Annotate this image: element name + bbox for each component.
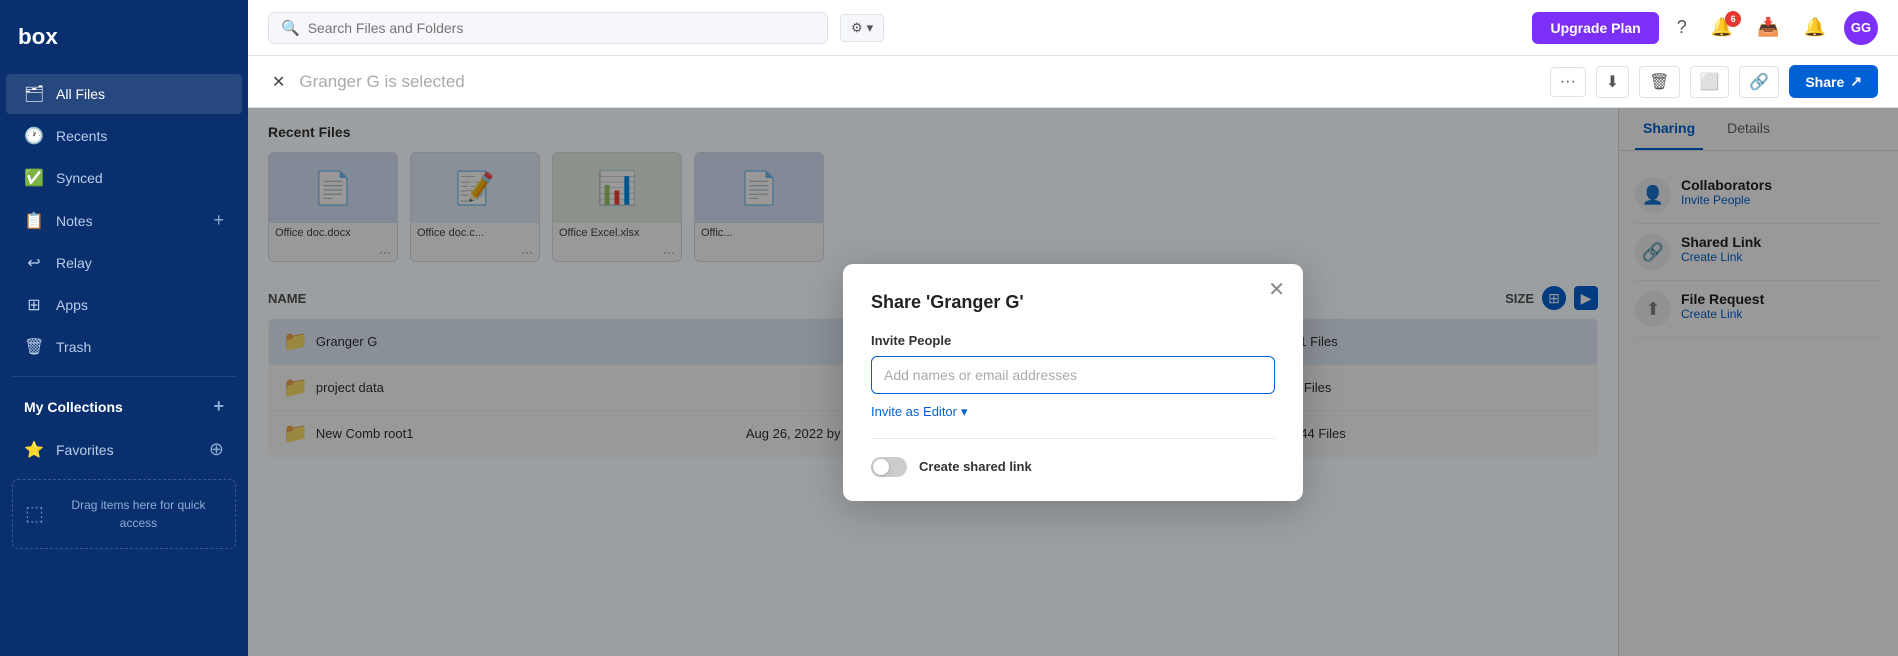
topbar: 🔍 ⚙ ▾ Upgrade Plan ? 🔔 6 📥 🔔 GG bbox=[248, 0, 1898, 56]
drag-label: Drag items here for quick access bbox=[54, 496, 223, 532]
close-selection-button[interactable]: ✕ bbox=[268, 70, 289, 94]
modal-overlay[interactable]: ✕ Share 'Granger G' Invite People Invite… bbox=[248, 108, 1898, 656]
selection-suffix: is selected bbox=[380, 72, 465, 91]
filter-icon: ⚙ bbox=[851, 20, 863, 36]
filter-arrow-icon: ▾ bbox=[867, 20, 874, 36]
sidebar-my-collections[interactable]: My Collections + bbox=[6, 386, 242, 427]
tasks-icon: 📥 bbox=[1757, 17, 1779, 37]
link-icon: 🔗 bbox=[1749, 72, 1769, 92]
sidebar-item-recents[interactable]: 🕐 Recents bbox=[6, 116, 242, 156]
sidebar-item-favorites[interactable]: ⭐ Favorites ⊕ bbox=[6, 429, 242, 470]
folder-icon: 🗂 bbox=[24, 84, 44, 104]
alerts-button[interactable]: 🔔 bbox=[1798, 13, 1832, 42]
trash-icon: 🗑 bbox=[24, 337, 44, 357]
invite-input[interactable] bbox=[871, 356, 1275, 394]
chevron-down-icon: ▾ bbox=[961, 404, 968, 420]
sidebar-item-label: All Files bbox=[56, 86, 224, 102]
selection-name: Granger G bbox=[299, 72, 379, 91]
download-icon: ⬇ bbox=[1606, 72, 1619, 92]
more-actions-button[interactable]: ··· bbox=[1550, 67, 1586, 97]
search-input[interactable] bbox=[308, 20, 815, 36]
svg-text:box: box bbox=[18, 24, 58, 49]
sidebar-item-label: Synced bbox=[56, 170, 224, 186]
sidebar-item-label: Relay bbox=[56, 255, 224, 271]
invite-section-label: Invite People bbox=[871, 333, 1275, 348]
apps-icon: ⊞ bbox=[24, 295, 44, 315]
share-label: Share bbox=[1805, 74, 1844, 90]
sidebar-item-trash[interactable]: 🗑 Trash bbox=[6, 327, 242, 367]
share-modal: ✕ Share 'Granger G' Invite People Invite… bbox=[843, 264, 1303, 501]
tasks-button[interactable]: 📥 bbox=[1751, 13, 1785, 42]
notifications-button[interactable]: 🔔 6 bbox=[1705, 13, 1739, 42]
preview-button[interactable]: ⬜ bbox=[1690, 66, 1730, 98]
filter-button[interactable]: ⚙ ▾ bbox=[840, 14, 884, 42]
sidebar-item-label: Apps bbox=[56, 297, 224, 313]
upgrade-plan-button[interactable]: Upgrade Plan bbox=[1532, 12, 1658, 44]
invite-as-editor-dropdown[interactable]: Invite as Editor ▾ bbox=[871, 404, 1275, 420]
file-area-header: ✕ Granger G is selected ··· ⬇ 🗑 ⬜ 🔗 Shar… bbox=[248, 56, 1898, 108]
help-button[interactable]: ? bbox=[1671, 13, 1693, 42]
invite-as-editor-label: Invite as Editor bbox=[871, 404, 957, 419]
create-shared-link-label: Create shared link bbox=[919, 459, 1275, 474]
share-link-label-col: Create shared link bbox=[919, 459, 1275, 474]
share-link-toggle[interactable] bbox=[871, 457, 907, 477]
drag-drop-area: ⬚ Drag items here for quick access bbox=[12, 479, 236, 549]
drag-icon: ⬚ bbox=[25, 499, 44, 529]
link-button[interactable]: 🔗 bbox=[1739, 66, 1779, 98]
trash-icon: 🗑 bbox=[1649, 72, 1669, 92]
sidebar-item-relay[interactable]: ↩ Relay bbox=[6, 243, 242, 283]
my-collections-label: My Collections bbox=[24, 399, 123, 415]
sidebar-item-notes[interactable]: 📋 Notes + bbox=[6, 200, 242, 241]
share-link-section: Create shared link bbox=[871, 457, 1275, 477]
search-bar[interactable]: 🔍 bbox=[268, 12, 828, 44]
sidebar-item-all-files[interactable]: 🗂 All Files bbox=[6, 74, 242, 114]
notes-icon: 📋 bbox=[24, 211, 44, 231]
delete-button[interactable]: 🗑 bbox=[1639, 66, 1679, 98]
add-note-icon[interactable]: + bbox=[213, 210, 224, 231]
share-arrow-icon: ↗ bbox=[1850, 73, 1862, 90]
main-content: 🔍 ⚙ ▾ Upgrade Plan ? 🔔 6 📥 🔔 GG ✕ Grange… bbox=[248, 0, 1898, 656]
sync-icon: ✅ bbox=[24, 168, 44, 188]
ellipsis-icon: ··· bbox=[1560, 73, 1576, 91]
add-collection-icon[interactable]: + bbox=[213, 396, 224, 417]
app-logo[interactable]: box bbox=[0, 8, 248, 73]
download-button[interactable]: ⬇ bbox=[1596, 66, 1629, 98]
user-avatar[interactable]: GG bbox=[1844, 11, 1878, 45]
selection-title: Granger G is selected bbox=[299, 72, 464, 92]
modal-divider bbox=[871, 438, 1275, 439]
sidebar-item-apps[interactable]: ⊞ Apps bbox=[6, 285, 242, 325]
alert-icon: 🔔 bbox=[1804, 17, 1826, 37]
search-icon: 🔍 bbox=[281, 19, 300, 37]
help-icon: ? bbox=[1677, 17, 1687, 37]
sidebar-item-synced[interactable]: ✅ Synced bbox=[6, 158, 242, 198]
sidebar-item-label: Recents bbox=[56, 128, 224, 144]
notification-badge: 6 bbox=[1725, 11, 1741, 27]
sidebar-divider bbox=[12, 376, 236, 377]
modal-title: Share 'Granger G' bbox=[871, 292, 1275, 313]
add-favorite-icon[interactable]: ⊕ bbox=[209, 439, 224, 460]
sidebar-item-label: Notes bbox=[56, 213, 213, 229]
modal-close-button[interactable]: ✕ bbox=[1268, 280, 1285, 300]
sidebar-item-label: Favorites bbox=[56, 442, 209, 458]
clock-icon: 🕐 bbox=[24, 126, 44, 146]
content-area: Recent Files 📄 Office doc.docx ··· 📝 Off… bbox=[248, 108, 1898, 656]
star-icon: ⭐ bbox=[24, 440, 44, 460]
sidebar-item-label: Trash bbox=[56, 339, 224, 355]
sidebar: box 🗂 All Files 🕐 Recents ✅ Synced 📋 Not… bbox=[0, 0, 248, 656]
relay-icon: ↩ bbox=[24, 253, 44, 273]
preview-icon: ⬜ bbox=[1700, 72, 1720, 92]
share-button[interactable]: Share ↗ bbox=[1789, 65, 1878, 98]
